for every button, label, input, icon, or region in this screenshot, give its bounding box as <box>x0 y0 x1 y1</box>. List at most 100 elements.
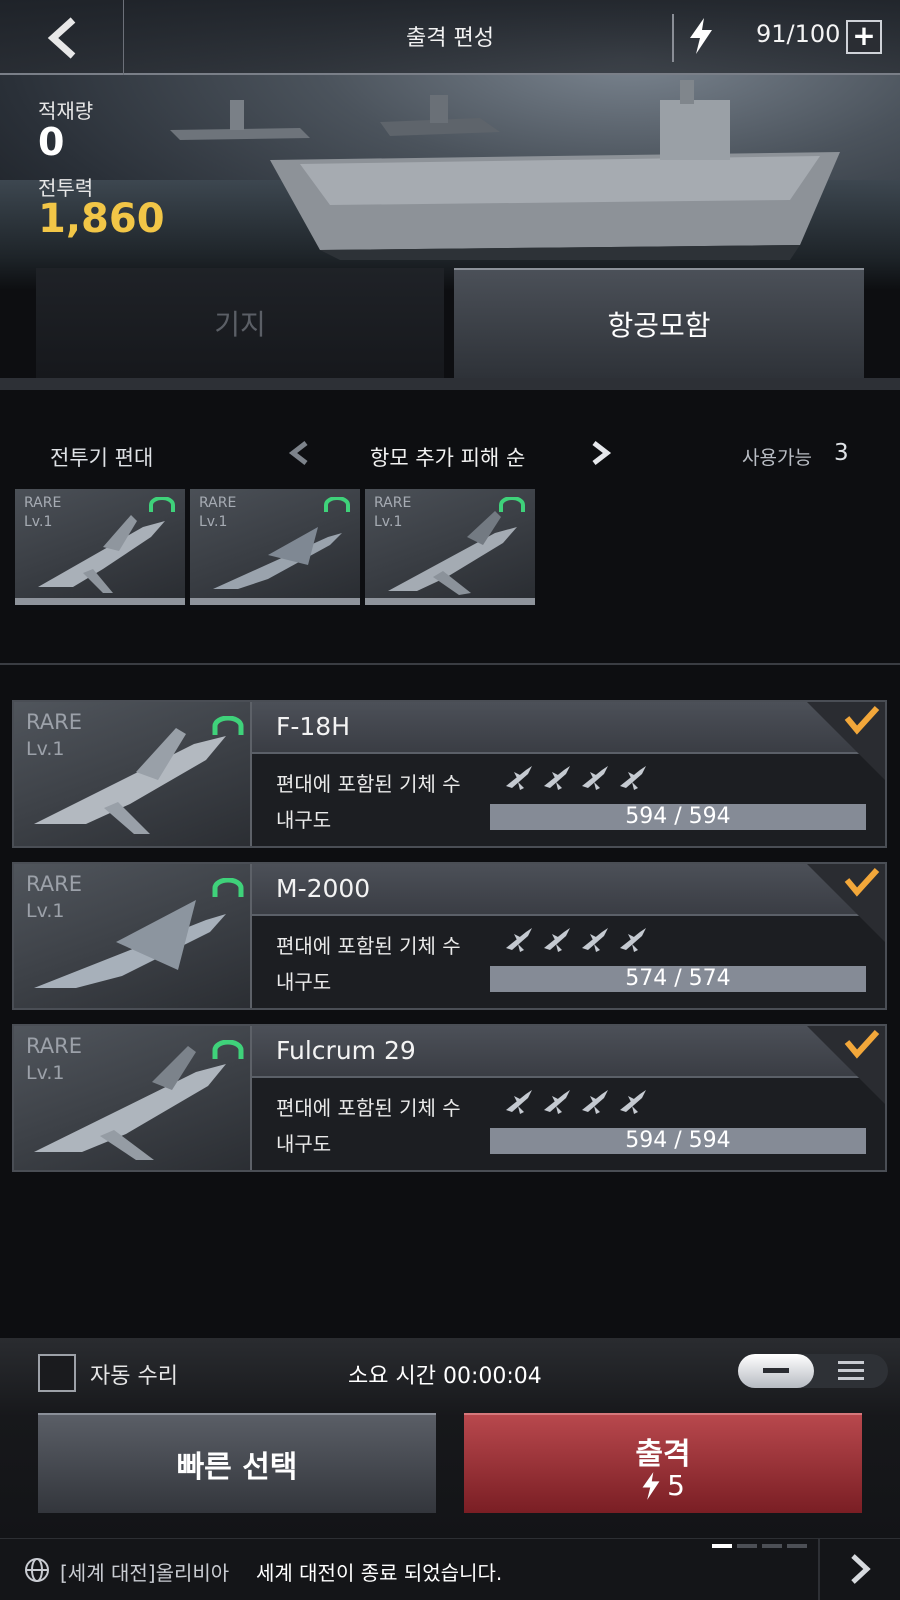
aircraft-header: F-18H <box>252 702 885 754</box>
aircraft-card[interactable]: RARE Lv.1 F-18H 편대에 포함된 기체 수 내구도 594 / 5… <box>12 700 887 848</box>
tab-base[interactable]: 기지 <box>36 268 444 378</box>
section-divider <box>0 663 900 665</box>
squad-slot[interactable]: RARE Lv.1 <box>190 489 360 605</box>
aircraft-level: Lv.1 <box>26 1062 65 1084</box>
sort-next-button[interactable] <box>590 440 612 466</box>
quick-select-button[interactable]: 빠른 선택 <box>38 1413 436 1513</box>
aircraft-level: Lv.1 <box>26 900 65 922</box>
slot-rarity: RARE <box>24 495 62 511</box>
carrier-badge-icon <box>499 497 525 512</box>
durability-label: 내구도 <box>276 1132 332 1156</box>
divider <box>672 14 674 62</box>
carrier-badge-icon <box>149 497 175 512</box>
slot-level: Lv.1 <box>199 514 228 530</box>
aircraft-count-label: 편대에 포함된 기체 수 <box>276 772 461 796</box>
slot-rarity: RARE <box>199 495 237 511</box>
add-energy-button[interactable]: + <box>846 20 882 54</box>
chevron-left-icon <box>47 16 75 59</box>
sortie-label: 출격 <box>635 1437 691 1472</box>
slot-level: Lv.1 <box>24 514 53 530</box>
jet-icon <box>34 1046 226 1160</box>
carrier-badge-icon <box>212 1040 244 1059</box>
jet-icon <box>38 515 165 593</box>
page-dot <box>762 1544 782 1548</box>
view-toggle[interactable] <box>738 1354 888 1388</box>
page-title: 출격 편성 <box>406 26 494 51</box>
sort-label: 항모 추가 피해 순 <box>370 446 526 470</box>
durability-bar: 574 / 574 <box>490 966 866 992</box>
aircraft-level: Lv.1 <box>26 738 65 760</box>
carrier-badge-icon <box>212 716 244 735</box>
globe-icon <box>25 1558 49 1582</box>
sortie-cost-value: 5 <box>667 1469 685 1502</box>
ticker-tag: [세계 대전]올리비아 <box>60 1561 230 1585</box>
jet-icon <box>34 900 226 988</box>
compact-view-option[interactable] <box>738 1354 814 1388</box>
jet-icon <box>620 766 646 790</box>
back-button[interactable] <box>0 0 124 75</box>
auto-repair-checkbox[interactable] <box>38 1354 76 1392</box>
aircraft-card[interactable]: RARE Lv.1 Fulcrum 29 편대에 포함된 기체 수 내구도 59… <box>12 1024 887 1172</box>
aircraft-rarity: RARE <box>26 872 82 896</box>
slot-level: Lv.1 <box>374 514 403 530</box>
aircraft-header: M-2000 <box>252 864 885 916</box>
durability-value: 594 / 594 <box>625 804 731 829</box>
aircraft-count-label: 편대에 포함된 기체 수 <box>276 1096 461 1120</box>
carrier-badge-icon <box>324 497 350 512</box>
slot-rarity: RARE <box>374 495 412 511</box>
aircraft-count-icons <box>504 926 648 952</box>
squad-slot[interactable]: RARE Lv.1 <box>15 489 185 605</box>
jet-icon <box>213 527 342 589</box>
power-value: 1,860 <box>38 196 165 242</box>
durability-value: 594 / 594 <box>625 1128 731 1153</box>
jet-icon <box>544 1090 570 1114</box>
tab-carrier[interactable]: 항공모함 <box>454 268 864 378</box>
aircraft-header: Fulcrum 29 <box>252 1026 885 1078</box>
minus-icon <box>763 1368 789 1373</box>
aircraft-count-icons <box>504 764 648 790</box>
list-icon[interactable] <box>838 1361 864 1381</box>
squad-slot[interactable]: RARE Lv.1 <box>365 489 535 605</box>
aircraft-name: Fulcrum 29 <box>276 1036 416 1065</box>
available-count: 3 <box>834 440 849 466</box>
aircraft-name: F-18H <box>276 712 351 741</box>
selected-check-icon[interactable] <box>807 864 885 942</box>
jet-icon <box>582 1090 608 1114</box>
squad-title: 전투기 편대 <box>50 446 154 470</box>
aircraft-image: RARE Lv.1 <box>14 864 252 1008</box>
aircraft-count-label: 편대에 포함된 기체 수 <box>276 934 461 958</box>
sort-prev-button[interactable] <box>288 440 310 466</box>
aircraft-card[interactable]: RARE Lv.1 M-2000 편대에 포함된 기체 수 내구도 574 / … <box>12 862 887 1010</box>
carrier-badge-icon <box>212 878 244 897</box>
page-dot <box>712 1544 732 1548</box>
jet-icon <box>620 928 646 952</box>
sortie-cost: 5 <box>464 1469 862 1502</box>
load-value: 0 <box>38 120 65 164</box>
aircraft-image: RARE Lv.1 <box>14 1026 252 1170</box>
jet-icon <box>582 766 608 790</box>
ticker-message: 세계 대전이 종료 되었습니다. <box>256 1561 503 1585</box>
durability-bar: 594 / 594 <box>490 1128 866 1154</box>
page-dot <box>787 1544 807 1548</box>
selected-check-icon[interactable] <box>807 1026 885 1104</box>
time-required: 소요 시간 00:00:04 <box>348 1364 542 1389</box>
selected-check-icon[interactable] <box>807 702 885 780</box>
jet-icon <box>34 728 226 834</box>
jet-icon <box>544 766 570 790</box>
jet-icon <box>620 1090 646 1114</box>
ticker-next-button[interactable] <box>818 1538 900 1600</box>
chevron-right-icon <box>851 1554 871 1584</box>
jet-icon <box>506 928 532 952</box>
top-bar: 출격 편성 91/100 + <box>0 0 900 75</box>
aircraft-name: M-2000 <box>276 874 371 903</box>
durability-bar: 594 / 594 <box>490 804 866 830</box>
lightning-icon <box>690 18 712 54</box>
jet-icon <box>544 928 570 952</box>
jet-icon <box>506 1090 532 1114</box>
tab-divider <box>0 378 900 390</box>
ticker-pagination <box>712 1544 807 1548</box>
auto-repair-label: 자동 수리 <box>90 1364 178 1389</box>
sortie-button[interactable]: 출격 5 <box>464 1413 862 1513</box>
energy-value: 91/100 <box>756 20 841 48</box>
aircraft-rarity: RARE <box>26 1034 82 1058</box>
